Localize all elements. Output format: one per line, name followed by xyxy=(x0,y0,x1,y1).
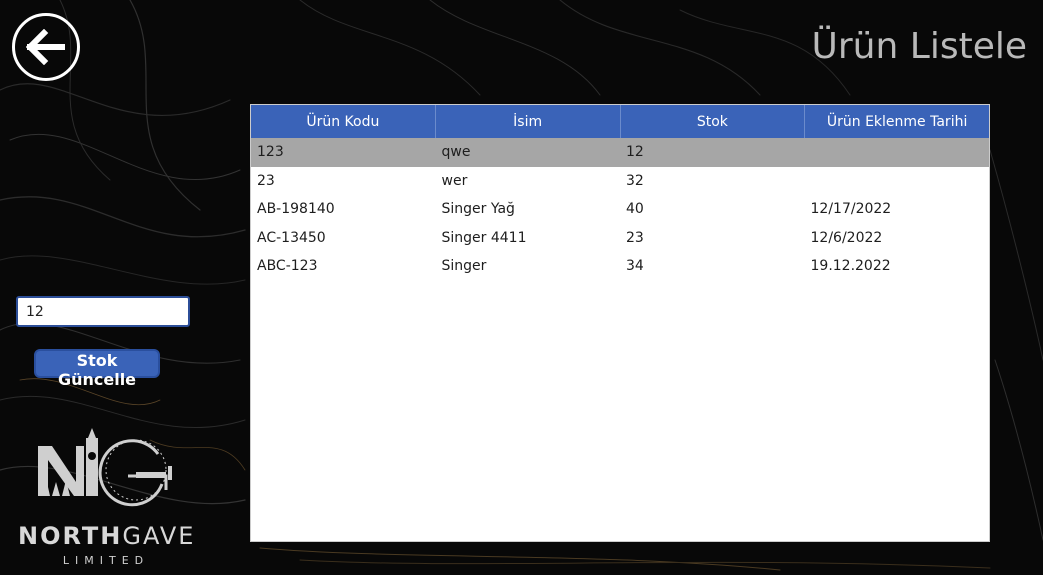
cell-stock: 32 xyxy=(626,172,644,189)
table-row[interactable]: 23 wer 32 xyxy=(251,167,989,196)
cell-stock: 34 xyxy=(626,258,644,275)
cell-date-added: 12/6/2022 xyxy=(810,229,883,246)
table-row[interactable]: AC-13450 Singer 4411 23 12/6/2022 xyxy=(251,224,989,253)
logo-wordmark: NORTHGAVE xyxy=(18,522,196,550)
column-header-name[interactable]: İsim xyxy=(436,105,621,138)
arrow-left-icon xyxy=(26,29,65,65)
table-row[interactable]: ABC-123 Singer 34 19.12.2022 xyxy=(251,252,989,281)
logo-subtitle: LIMITED xyxy=(62,554,150,567)
cell-product-code: 123 xyxy=(257,144,284,161)
product-table: Ürün Kodu İsim Stok Ürün Eklenme Tarihi … xyxy=(250,104,990,542)
update-stock-button[interactable]: Stok Güncelle xyxy=(34,349,160,389)
cell-product-code: AC-13450 xyxy=(257,229,326,246)
table-row[interactable]: AB-198140 Singer Yağ 40 12/17/2022 xyxy=(251,195,989,224)
northgave-emblem-icon xyxy=(38,428,172,507)
cell-stock: 40 xyxy=(626,201,644,218)
page-title: Ürün Listele xyxy=(811,26,1027,67)
cell-date-added: 12/17/2022 xyxy=(810,201,892,218)
cell-product-code: AB-198140 xyxy=(257,201,335,218)
cell-name: Singer Yağ xyxy=(441,201,515,218)
cell-product-code: 23 xyxy=(257,172,275,189)
cell-stock: 23 xyxy=(626,229,644,246)
company-logo: NORTHGAVE LIMITED xyxy=(18,426,194,572)
cell-product-code: ABC-123 xyxy=(257,258,318,275)
table-row[interactable]: 123 qwe 12 xyxy=(251,138,989,167)
column-header-product-code[interactable]: Ürün Kodu xyxy=(251,105,436,138)
column-header-stock[interactable]: Stok xyxy=(621,105,806,138)
back-button[interactable] xyxy=(12,13,80,81)
cell-name: qwe xyxy=(441,144,471,161)
cell-date-added: 19.12.2022 xyxy=(810,258,891,275)
table-header: Ürün Kodu İsim Stok Ürün Eklenme Tarihi xyxy=(251,105,989,138)
cell-name: Singer xyxy=(441,258,487,275)
stock-input[interactable] xyxy=(16,296,190,327)
column-header-date-added[interactable]: Ürün Eklenme Tarihi xyxy=(805,105,989,138)
cell-stock: 12 xyxy=(626,144,644,161)
cell-name: wer xyxy=(441,172,468,189)
cell-name: Singer 4411 xyxy=(441,229,527,246)
